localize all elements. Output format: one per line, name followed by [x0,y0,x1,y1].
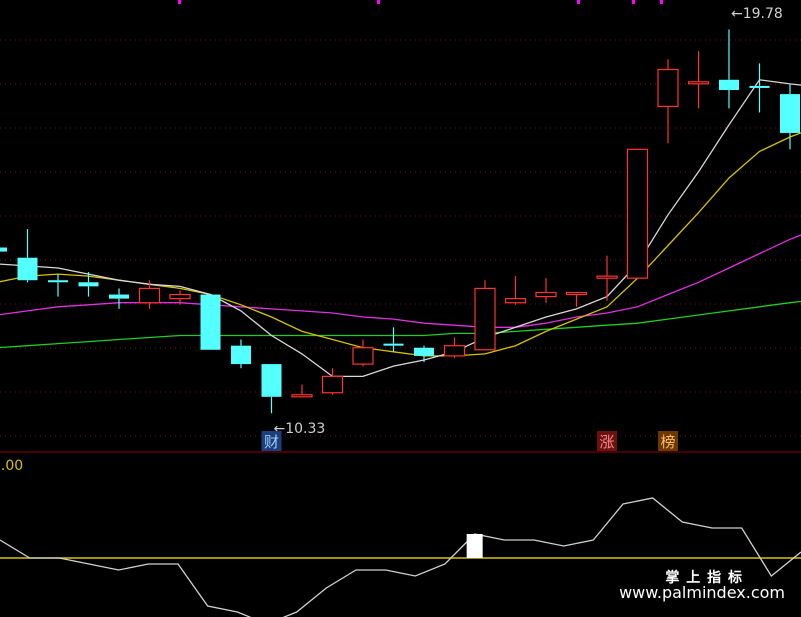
marker-label: 涨 [599,433,614,451]
candle [687,51,710,109]
candle [626,148,649,279]
candle [474,280,496,351]
candle [504,276,527,305]
candle-body [231,345,251,365]
candle-body [474,287,496,351]
candle-body [352,347,374,365]
candle-body [443,345,466,357]
candle-body [780,94,800,133]
top-mark [632,0,635,4]
candle-body [291,394,313,398]
candle [200,294,221,350]
candle-body [169,293,191,300]
candle [443,337,466,358]
candle [535,278,557,303]
candle-body [321,375,344,394]
candle-body [535,291,557,298]
candle [291,384,313,398]
candle [0,247,7,252]
top-mark [660,0,663,4]
candle [231,339,251,369]
candle-body [749,85,770,88]
ma5-line [0,79,801,378]
top-mark [577,0,580,4]
candle [321,368,344,395]
ma60-line [0,300,801,349]
candle-body [261,364,282,397]
candle-body [383,343,404,346]
candle [17,229,38,283]
price-annotation: ←19.78 [731,6,783,22]
candle [565,291,588,307]
candle-body [687,81,710,85]
candle [780,83,800,150]
top-edge-marks [178,0,663,4]
indicator-level-label: 0.00 [0,458,23,474]
candle-body [565,291,588,296]
candle-body [626,148,649,279]
candle-body [414,347,434,356]
candle [719,29,739,109]
candle [596,255,618,301]
candle-body [657,68,679,107]
candle-body [109,294,129,299]
candle-body [200,294,221,350]
moving-average-lines [0,79,801,378]
candle-body [596,275,618,279]
top-mark [178,0,181,4]
candle-body [17,257,38,281]
price-annotations: ←19.78←10.33 [274,6,783,437]
watermark-url: www.palmindex.com [619,583,785,602]
top-mark [377,0,380,4]
candle [657,59,679,144]
indicator-bar [466,534,483,558]
candle-body [78,282,99,287]
candle [414,345,434,363]
stock-chart: ←19.78←10.33 财 涨 榜 0.00 [0,0,801,617]
candle-body [0,247,7,252]
ma10-line [0,132,801,357]
price-grid [0,39,801,437]
candle [109,288,129,309]
marker-label: 财 [264,433,279,451]
candle [261,364,282,414]
marker-label: 榜 [660,433,675,451]
ma20-line [0,234,801,328]
candle-body [138,287,161,304]
candle [749,63,770,113]
candle-body [48,280,68,283]
candle-body [504,298,527,304]
candle [48,274,68,297]
candle-body [719,79,739,90]
candlesticks [0,29,800,414]
candle [352,339,374,367]
